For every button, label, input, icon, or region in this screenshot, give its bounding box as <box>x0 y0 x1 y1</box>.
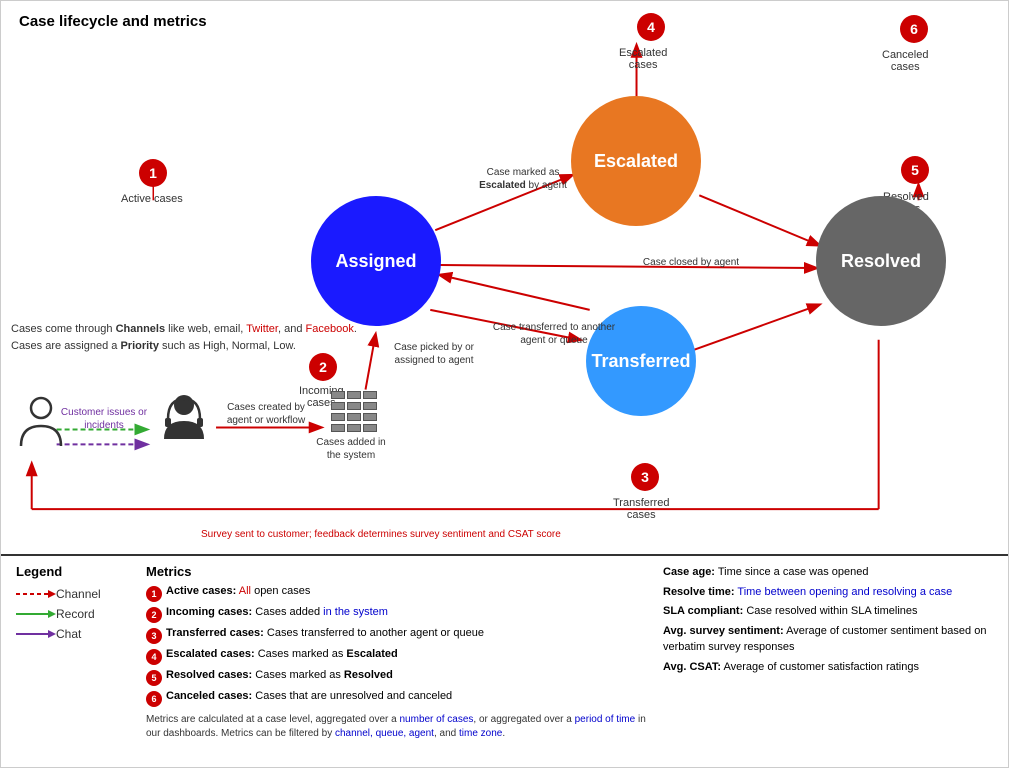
annotation-escalated-by-agent: Case marked as Escalated by agent <box>463 166 583 192</box>
rm-resolve-time: Resolve time: Time between opening and r… <box>663 584 993 601</box>
badge-6: 6 <box>900 15 928 43</box>
badge-1: 1 <box>139 159 167 187</box>
annotation-case-transferred: Case transferred to another agent or que… <box>489 321 619 347</box>
cases-added-label: Cases added in the system <box>311 436 391 462</box>
metrics-note: Metrics are calculated at a case level, … <box>146 713 648 741</box>
legend-chat: Chat <box>16 627 136 641</box>
metric-2: 2 Incoming cases: Cases added in the sys… <box>146 606 648 623</box>
metric-1: 1 Active cases: All open cases <box>146 585 648 602</box>
legend-channel: Channel <box>16 587 136 601</box>
main-container: Case lifecycle and metrics <box>0 0 1009 768</box>
rm-csat: Avg. CSAT: Average of customer satisfact… <box>663 659 993 676</box>
badge-1-label: Active cases <box>121 193 183 205</box>
annotation-customer-issues: Customer issues orincidents <box>59 406 149 432</box>
badge-2: 2 <box>309 353 337 381</box>
legend-area: Legend Channel Record <box>1 554 1008 767</box>
annotation-case-picked: Case picked by orassigned to agent <box>379 341 489 367</box>
badge-3-label: Transferredcases <box>613 497 669 521</box>
agent-icon <box>156 391 211 451</box>
badge-5: 5 <box>901 156 929 184</box>
metric-4: 4 Escalated cases: Cases marked as Escal… <box>146 648 648 665</box>
badge-4: 4 <box>637 13 665 41</box>
legend-record: Record <box>16 607 136 621</box>
channel-arrow-icon <box>16 587 56 601</box>
badge-4-label: Escalatedcases <box>619 47 667 71</box>
rm-survey: Avg. survey sentiment: Average of custom… <box>663 623 993 656</box>
record-arrow-icon <box>16 607 56 621</box>
queue-icon <box>331 391 377 435</box>
annotation-case-closed: Case closed by agent <box>631 256 751 269</box>
metrics-title: Metrics <box>146 564 648 579</box>
chat-arrow-icon <box>16 627 56 641</box>
badge-6-label: Canceledcases <box>882 49 928 73</box>
page-title: Case lifecycle and metrics <box>19 13 207 30</box>
legend-title: Legend <box>16 564 136 579</box>
metric-3: 3 Transferred cases: Cases transferred t… <box>146 627 648 644</box>
survey-text: Survey sent to customer; feedback determ… <box>201 529 561 540</box>
circle-assigned: Assigned <box>311 196 441 326</box>
right-metrics: Case age: Time since a case was opened R… <box>663 564 993 757</box>
rm-case-age: Case age: Time since a case was opened <box>663 564 993 581</box>
rm-sla: SLA compliant: Case resolved within SLA … <box>663 603 993 620</box>
metrics-column: Metrics 1 Active cases: All open cases 2… <box>146 564 663 757</box>
badge-3: 3 <box>631 463 659 491</box>
circle-resolved: Resolved <box>816 196 946 326</box>
annotation-cases-created: Cases created byagent or workflow <box>216 401 316 427</box>
channel-priority-text: Cases come through Channels like web, em… <box>11 321 357 354</box>
diagram-area: Case lifecycle and metrics <box>1 1 1008 556</box>
metric-5: 5 Resolved cases: Cases marked as Resolv… <box>146 669 648 686</box>
circle-escalated: Escalated <box>571 96 701 226</box>
metric-6: 6 Canceled cases: Cases that are unresol… <box>146 690 648 707</box>
legend-column: Legend Channel Record <box>16 564 146 757</box>
